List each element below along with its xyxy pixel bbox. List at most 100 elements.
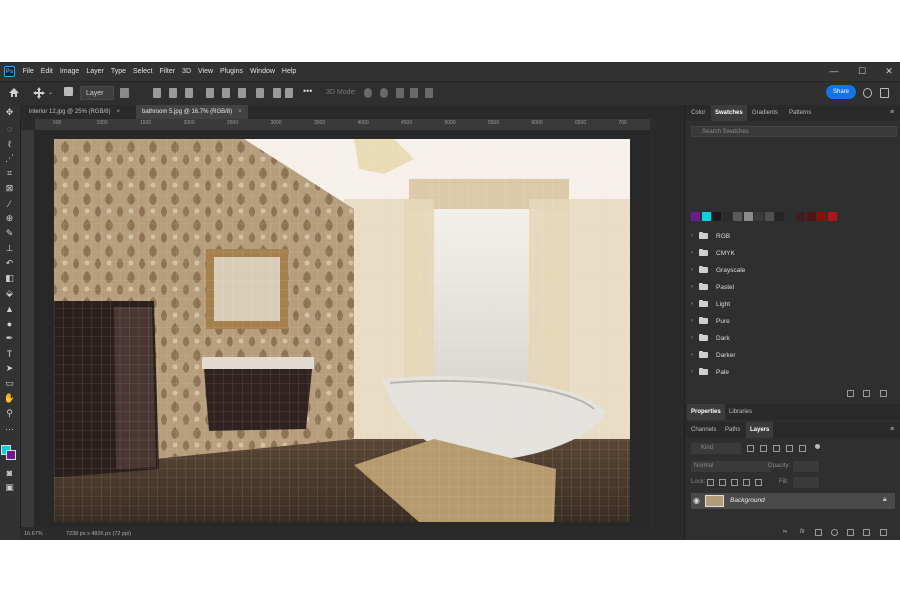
tab-interior-12[interactable]: interior 12.jpg @ 25% (RGB/8) × [23,105,126,119]
search-icon[interactable] [863,88,872,98]
color-swatch[interactable] [764,212,774,221]
zoom-level[interactable]: 16.67% [24,531,43,537]
color-swatch[interactable] [817,212,826,221]
shape-filter-icon[interactable] [786,445,793,452]
color-swatch[interactable] [701,212,711,221]
home-icon[interactable] [8,87,20,98]
align-center-h-icon[interactable] [169,88,177,98]
menu-image[interactable]: Image [56,62,82,81]
color-swatch[interactable] [785,212,795,221]
edit-toolbar-icon[interactable]: ··· [4,423,15,434]
layer-row-background[interactable]: ◉ Background 🔒︎ [691,493,895,509]
menu-layer[interactable]: Layer [83,62,108,81]
menu-type[interactable]: Type [107,62,129,81]
share-button[interactable]: Share [826,85,856,99]
color-swatch[interactable] [712,212,721,221]
marquee-tool-icon[interactable]: ◌ [4,123,15,134]
layer-kind-filter[interactable]: Kind [691,443,741,454]
swatch-group-grayscale[interactable]: › Grayscale [691,263,745,277]
lock-pixels-icon[interactable] [719,479,726,486]
3d-slide-icon[interactable] [410,88,418,98]
color-swatch[interactable] [806,212,816,221]
tab-color[interactable]: Color [687,105,709,121]
shape-tool-icon[interactable]: ▭ [4,378,15,389]
menu-filter[interactable]: Filter [156,62,179,81]
path-selection-tool-icon[interactable]: ➤ [4,363,15,374]
tab-patterns[interactable]: Patterns [785,105,815,121]
tab-bathroom-5[interactable]: bathroom 5.jpg @ 16.7% (RGB/8) × [136,105,248,119]
dodge-tool-icon[interactable]: ● [4,318,15,329]
tab-gradients[interactable]: Gradients [748,105,782,121]
paint-bucket-tool-icon[interactable]: ⬙ [4,288,15,299]
adjustment-filter-icon[interactable] [760,445,767,452]
menu-window[interactable]: Window [247,62,279,81]
menu-select[interactable]: Select [130,62,156,81]
quick-mask-icon[interactable]: ◙ [4,467,15,478]
move-tool-icon[interactable]: ✥ [4,107,15,118]
distribute-spacing-icon[interactable] [273,88,281,98]
color-swatch[interactable] [775,212,784,221]
add-mask-icon[interactable] [815,529,822,536]
pen-tool-icon[interactable]: ✒ [4,333,15,344]
hand-tool-icon[interactable]: ✋ [4,393,15,404]
align-top-icon[interactable] [206,88,214,98]
align-left-icon[interactable] [153,88,161,98]
opacity-input[interactable] [793,461,819,472]
color-swatch[interactable] [691,212,700,221]
lock-transparent-icon[interactable] [707,479,714,486]
tab-libraries[interactable]: Libraries [725,404,756,420]
move-tool-icon[interactable] [33,87,45,99]
swatch-group-dark[interactable]: › Dark [691,331,730,345]
healing-brush-tool-icon[interactable]: ⊕ [4,213,15,224]
vertical-scrollbar[interactable] [652,130,660,527]
distribute-h-icon[interactable] [285,88,293,98]
tab-layers[interactable]: Layers [746,422,774,438]
history-brush-tool-icon[interactable]: ↶ [4,258,15,269]
trash-icon[interactable] [880,390,887,397]
3d-scale-icon[interactable] [425,88,433,98]
swatch-group-pastel[interactable]: › Pastel [691,280,734,294]
menu-plugins[interactable]: Plugins [217,62,247,81]
tab-close-icon[interactable]: × [116,109,120,115]
eye-icon[interactable]: ◉ [693,496,700,505]
document-canvas[interactable] [54,139,630,522]
document-info[interactable]: 7238 px x 4826 px (72 ppi) [66,531,131,537]
auto-select-dropdown[interactable]: Layer [80,86,114,100]
tab-channels[interactable]: Channels [687,422,720,438]
zoom-tool-icon[interactable]: ⚲ [4,408,15,419]
tab-close-icon[interactable]: × [238,109,242,115]
new-swatch-icon[interactable] [863,390,870,397]
frame-tool-icon[interactable]: ⊠ [4,183,15,194]
brush-tool-icon[interactable]: ✎ [4,228,15,239]
menu-file[interactable]: File [19,62,37,81]
blur-tool-icon[interactable]: ▲ [4,303,15,314]
screen-mode-icon[interactable]: ▣ [4,482,15,493]
maximize-button[interactable]: ☐ [852,62,872,81]
3d-rotate-icon[interactable] [364,88,372,98]
color-swatch[interactable] [796,212,805,221]
workspace-icon[interactable] [880,88,889,98]
menu-help[interactable]: Help [278,62,299,81]
swatch-group-cmyk[interactable]: › CMYK [691,246,735,260]
object-select-tool-icon[interactable]: ⋰ [4,153,15,164]
stamp-tool-icon[interactable]: ⊥ [4,243,15,254]
search-swatches-input[interactable]: Search Swatches [691,126,897,137]
align-middle-v-icon[interactable] [222,88,230,98]
3d-roll-icon[interactable] [380,88,388,98]
swatch-group-light[interactable]: › Light [691,297,730,311]
tab-paths[interactable]: Paths [721,422,744,438]
minimize-button[interactable]: — [824,62,844,81]
layer-name[interactable]: Background [730,497,765,504]
smart-object-filter-icon[interactable] [799,445,806,452]
color-swatch[interactable] [743,212,753,221]
more-options-icon[interactable]: ••• [303,84,312,98]
type-tool-icon[interactable]: T [4,348,15,359]
pixel-filter-icon[interactable] [747,445,754,452]
swatch-group-pale[interactable]: › Pale [691,365,729,379]
type-filter-icon[interactable] [773,445,780,452]
color-swatch[interactable] [827,212,837,221]
tab-properties[interactable]: Properties [687,404,725,420]
link-layers-icon[interactable]: ∞ [783,529,787,535]
menu-3d[interactable]: 3D [179,62,195,81]
swatch-group-rgb[interactable]: › RGB [691,229,730,243]
